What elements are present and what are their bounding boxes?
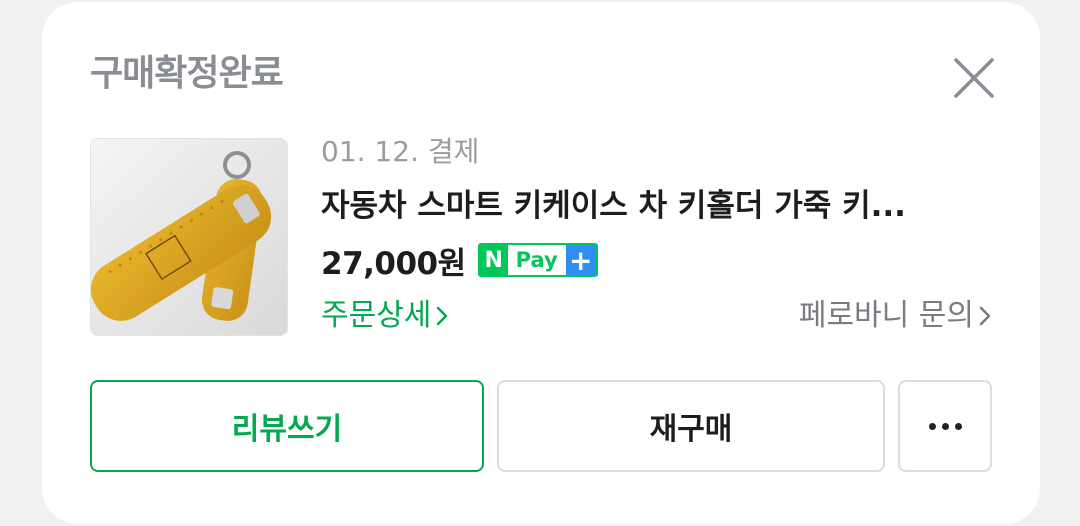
npay-label: Pay [507,245,566,275]
npay-plus-badge: N Pay + [477,243,598,277]
seller-inquiry-label: 페로바니 문의 [798,298,974,333]
rebuy-button[interactable]: 재구매 [497,380,885,472]
product-price: 27,000원 [321,245,466,282]
order-status: 구매확정완료 [90,53,284,94]
plus-icon: + [565,245,596,275]
chevron-right-icon [979,306,991,326]
npay-n-logo: N [479,245,508,275]
write-review-label: 리뷰쓰기 [231,412,343,447]
write-review-button[interactable]: 리뷰쓰기 [90,380,484,472]
more-button[interactable] [898,380,992,472]
seller-inquiry-link[interactable]: 페로바니 문의 [799,296,992,336]
close-icon[interactable] [952,56,996,100]
rebuy-label: 재구매 [649,412,733,447]
product-thumbnail[interactable] [90,138,288,336]
order-card: 구매확정완료 01. 12. 결제 자동차 스마트 키케이스 차 키홀더 가죽 … [42,2,1040,524]
order-detail-label: 주문상세 [321,298,432,333]
product-title[interactable]: 자동차 스마트 키케이스 차 키홀더 가죽 키... [321,185,991,227]
more-dots-icon [928,422,962,430]
payment-date: 01. 12. 결제 [321,135,480,168]
price-row: 27,000원 N Pay + [321,238,598,282]
chevron-right-icon [437,306,448,326]
order-detail-link[interactable]: 주문상세 [321,296,449,336]
